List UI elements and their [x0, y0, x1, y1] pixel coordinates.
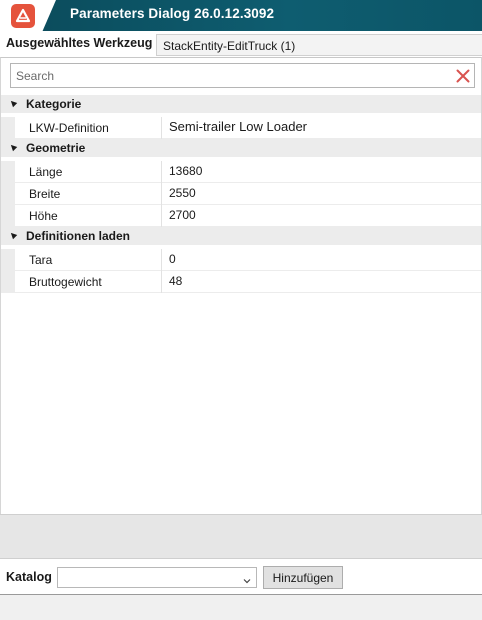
property-name: Länge — [29, 165, 63, 179]
chevron-down-icon[interactable] — [243, 574, 251, 584]
property-name: Bruttogewicht — [29, 275, 102, 289]
collapse-triangle-icon[interactable] — [8, 230, 18, 240]
property-value[interactable]: 13680 — [169, 164, 202, 178]
property-value[interactable]: 2700 — [169, 208, 196, 222]
row-gutter — [1, 161, 15, 183]
property-name: Höhe — [29, 209, 58, 223]
property-value[interactable]: 48 — [169, 274, 182, 288]
property-value[interactable]: 2550 — [169, 186, 196, 200]
row-gutter — [1, 271, 15, 293]
column-divider[interactable] — [161, 183, 162, 205]
property-name: Tara — [29, 253, 53, 267]
status-bar — [0, 594, 482, 620]
property-row[interactable]: Tara 0 — [1, 249, 481, 271]
close-icon[interactable] — [456, 69, 470, 83]
category-header[interactable]: Kategorie — [1, 95, 481, 113]
window-title: Parameters Dialog 26.0.12.3092 — [70, 6, 275, 21]
selected-tool-label: Ausgewähltes Werkzeug — [6, 36, 153, 50]
property-list: Kategorie LKW-Definition Semi-trailer Lo… — [1, 95, 481, 293]
category-label: Definitionen laden — [26, 229, 131, 243]
title-bar[interactable]: Parameters Dialog 26.0.12.3092 — [0, 0, 482, 31]
category-label: Kategorie — [26, 97, 82, 111]
search-input[interactable] — [11, 64, 451, 87]
property-value[interactable]: Semi-trailer Low Loader — [169, 119, 307, 134]
category-label: Geometrie — [26, 141, 86, 155]
catalog-bar: Katalog Hinzufügen — [0, 558, 482, 594]
category-header[interactable]: Definitionen laden — [1, 227, 481, 245]
property-row[interactable]: Länge 13680 — [1, 161, 481, 183]
selected-tool-tab[interactable]: StackEntity-EditTruck (1) — [156, 34, 482, 56]
row-gutter — [1, 183, 15, 205]
column-divider[interactable] — [161, 205, 162, 227]
property-name: LKW-Definition — [29, 121, 109, 135]
column-divider[interactable] — [161, 117, 162, 139]
row-gutter — [1, 117, 15, 139]
selected-tool-row: Ausgewähltes Werkzeug StackEntity-EditTr… — [0, 31, 482, 57]
catalog-dropdown[interactable] — [57, 567, 257, 588]
property-grid: Kategorie LKW-Definition Semi-trailer Lo… — [0, 57, 482, 517]
property-value[interactable]: 0 — [169, 252, 176, 266]
app-logo-icon — [11, 4, 35, 28]
collapse-triangle-icon[interactable] — [8, 142, 18, 152]
category-header[interactable]: Geometrie — [1, 139, 481, 157]
column-divider[interactable] — [161, 161, 162, 183]
property-name: Breite — [29, 187, 61, 201]
column-divider[interactable] — [161, 249, 162, 271]
property-row[interactable]: Breite 2550 — [1, 183, 481, 205]
description-panel — [0, 514, 482, 558]
row-gutter — [1, 205, 15, 227]
search-box — [10, 63, 475, 88]
column-divider[interactable] — [161, 271, 162, 293]
row-gutter — [1, 249, 15, 271]
collapse-triangle-icon[interactable] — [8, 98, 18, 108]
add-button[interactable]: Hinzufügen — [263, 566, 343, 589]
catalog-label: Katalog — [6, 570, 52, 584]
property-row[interactable]: Bruttogewicht 48 — [1, 271, 481, 293]
property-row[interactable]: LKW-Definition Semi-trailer Low Loader — [1, 117, 481, 139]
app-logo-area — [0, 0, 56, 31]
property-row[interactable]: Höhe 2700 — [1, 205, 481, 227]
